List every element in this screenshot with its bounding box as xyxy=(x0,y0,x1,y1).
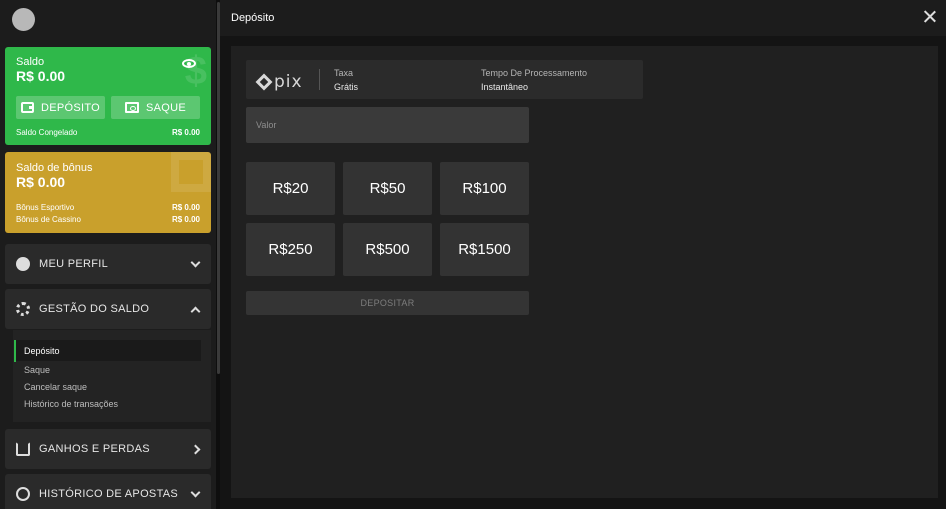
user-icon xyxy=(16,257,30,271)
amount-input[interactable] xyxy=(246,107,529,143)
menu-item-bet-history[interactable]: HISTÓRICO DE APOSTAS xyxy=(5,474,211,509)
gear-icon xyxy=(16,302,30,316)
sport-bonus-label: Bônus Esportivo xyxy=(16,203,75,212)
sport-bonus-value: R$ 0.00 xyxy=(171,203,200,212)
quick-amount-button[interactable]: R$20 xyxy=(246,162,335,215)
card-watermark-icon: $ xyxy=(184,49,207,93)
menu-item-label: GANHOS E PERDAS xyxy=(39,443,150,455)
cash-icon xyxy=(124,102,139,113)
frozen-balance-value: R$ 0.00 xyxy=(171,128,200,137)
pix-logo: pix xyxy=(255,72,303,92)
modal-header: Depósito xyxy=(220,0,946,36)
pix-logo-text: pix xyxy=(274,72,303,92)
frozen-balance-label: Saldo Congelado xyxy=(16,128,78,137)
deposit-button[interactable]: DEPÓSITO xyxy=(16,96,105,119)
processing-time-value: Instantâneo xyxy=(481,82,529,92)
balance-amount: R$ 0.00 xyxy=(16,68,66,84)
processing-time-label: Tempo De Processamento xyxy=(481,68,588,78)
submenu-active-indicator xyxy=(14,340,16,362)
deposit-submit-button[interactable]: DEPOSITAR xyxy=(246,291,529,315)
close-icon[interactable] xyxy=(924,10,936,22)
menu-item-label: GESTÃO DO SALDO xyxy=(39,303,150,315)
menu-item-balance-management[interactable]: GESTÃO DO SALDO xyxy=(5,289,211,329)
submenu-item-cancel-withdraw[interactable]: Cancelar saque xyxy=(24,382,87,392)
sidebar-top xyxy=(0,0,216,40)
bonus-amount: R$ 0.00 xyxy=(16,174,66,190)
submenu-item-withdraw[interactable]: Saque xyxy=(24,365,50,375)
casino-bonus-label: Bônus de Cassino xyxy=(16,215,81,224)
chevron-down-icon xyxy=(190,487,201,497)
card-watermark-icon xyxy=(171,152,211,192)
quick-amount-button[interactable]: R$50 xyxy=(343,162,432,215)
quick-amount-button[interactable]: R$1500 xyxy=(440,223,529,276)
balance-label: Saldo xyxy=(16,56,45,68)
avatar[interactable] xyxy=(12,8,35,31)
payment-method-card[interactable]: pix Taxa Grátis Tempo De Processamento I… xyxy=(246,60,643,99)
submenu-item-deposit[interactable]: Depósito xyxy=(24,346,60,356)
deposit-button-label: DEPÓSITO xyxy=(40,101,101,114)
sidebar-scroll-thumb[interactable] xyxy=(217,2,220,374)
fee-value: Grátis xyxy=(334,82,359,92)
divider xyxy=(319,69,320,90)
chevron-up-icon xyxy=(190,306,201,316)
withdraw-button[interactable]: SAQUE xyxy=(111,96,200,119)
balance-card: $ Saldo R$ 0.00 DEPÓSITO SAQUE Saldo Con… xyxy=(5,47,211,145)
eye-icon[interactable] xyxy=(182,59,196,68)
quick-amount-button[interactable]: R$250 xyxy=(246,223,335,276)
casino-bonus-value: R$ 0.00 xyxy=(171,215,200,224)
quick-amount-button[interactable]: R$500 xyxy=(343,223,432,276)
bonus-card: Saldo de bônus R$ 0.00 Bônus Esportivo R… xyxy=(5,152,211,233)
submenu-item-transaction-history[interactable]: Histórico de transações xyxy=(24,399,118,409)
menu-item-gains-losses[interactable]: GANHOS E PERDAS xyxy=(5,429,211,469)
chevron-right-icon xyxy=(190,444,201,454)
menu-item-profile[interactable]: MEU PERFIL xyxy=(5,244,211,284)
withdraw-button-label: SAQUE xyxy=(145,101,186,114)
wallet-icon xyxy=(20,102,34,113)
menu-item-label: MEU PERFIL xyxy=(39,258,109,270)
page-title: Depósito xyxy=(231,12,275,24)
history-icon xyxy=(16,487,30,501)
hand-coin-icon xyxy=(16,442,30,456)
pix-icon xyxy=(255,73,273,91)
quick-amount-button[interactable]: R$100 xyxy=(440,162,529,215)
fee-label: Taxa xyxy=(334,68,354,78)
bonus-label: Saldo de bônus xyxy=(16,162,93,174)
menu-item-label: HISTÓRICO DE APOSTAS xyxy=(39,488,179,500)
chevron-down-icon xyxy=(190,257,201,267)
